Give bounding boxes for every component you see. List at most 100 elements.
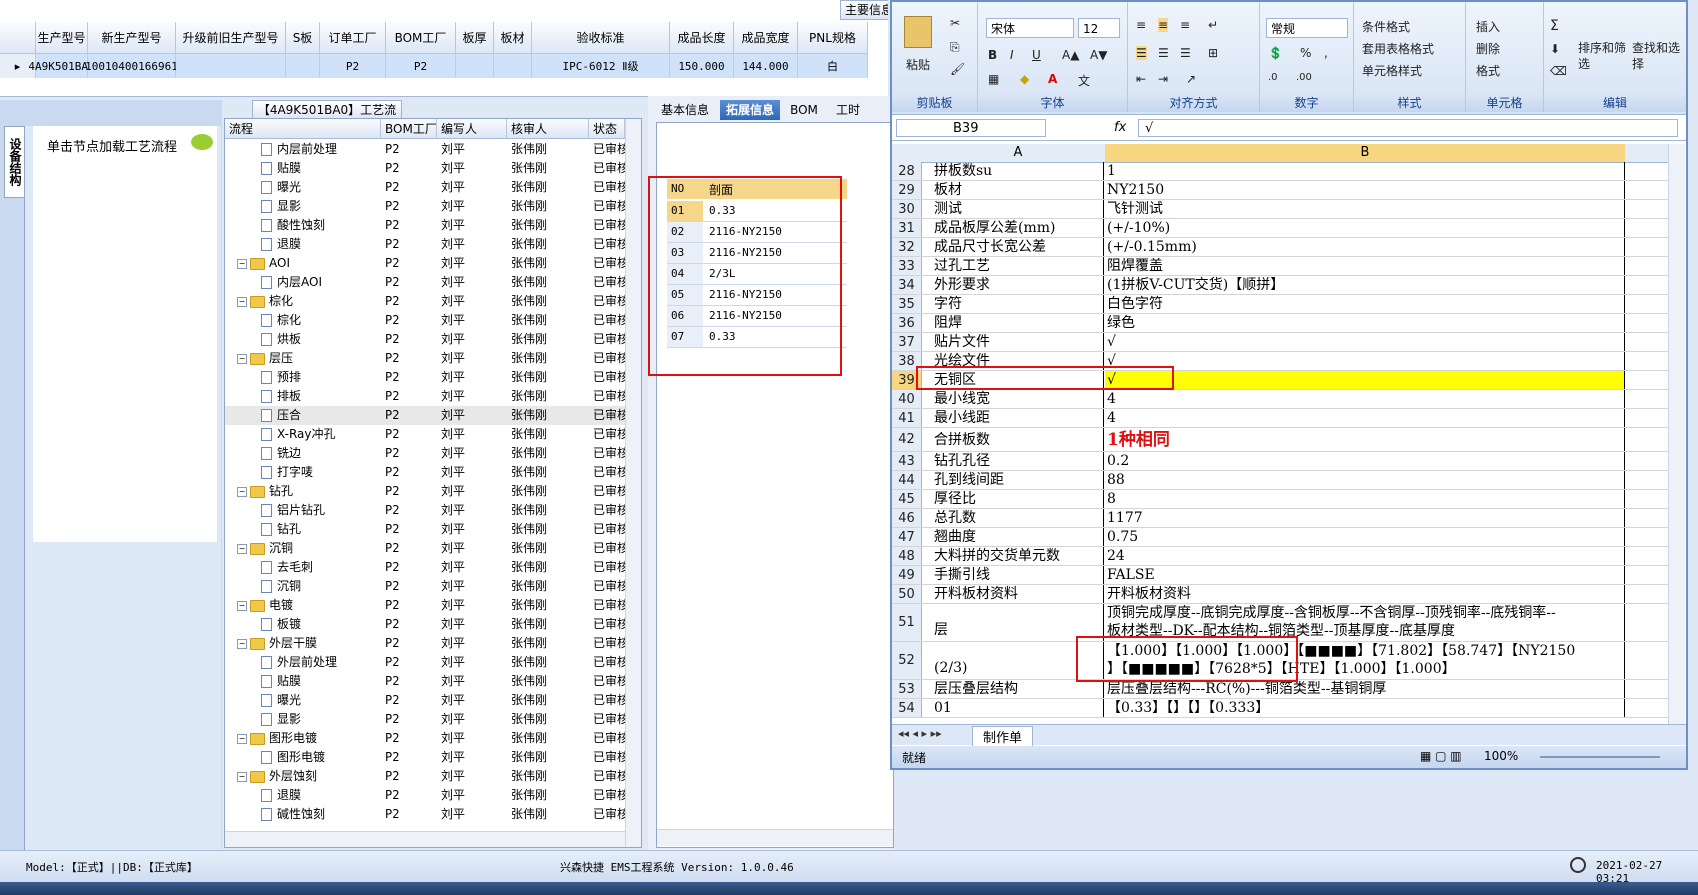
- grid-header-4[interactable]: 订单工厂: [320, 22, 386, 54]
- zoom-slider[interactable]: [1540, 756, 1660, 758]
- format-painter-icon[interactable]: 🖌: [950, 62, 965, 76]
- grid-header-9[interactable]: 成品长度: [670, 22, 734, 54]
- flow-group-row[interactable]: − 电镀 P2 刘平 张伟刚 已审核: [225, 596, 641, 615]
- comma-icon[interactable]: ,: [1324, 46, 1328, 60]
- cell-b[interactable]: 【0.33】【】【】【0.333】: [1105, 699, 1625, 717]
- flow-col-header-1[interactable]: BOM工厂: [381, 119, 437, 139]
- flow-group-row[interactable]: − 外层干膜 P2 刘平 张伟刚 已审核: [225, 634, 641, 653]
- row-number[interactable]: 41: [892, 409, 922, 427]
- sheet-row[interactable]: 51 层顶铜完成厚度--底铜完成厚度--含铜板厚--不含铜厚--顶残铜率--底残铜…: [892, 604, 1672, 642]
- cell-a[interactable]: 成品尺寸长宽公差: [932, 238, 1104, 256]
- sheet-row[interactable]: 29 板材 NY2150: [892, 181, 1672, 200]
- orientation-icon[interactable]: ↗: [1186, 72, 1196, 86]
- grid-header-8[interactable]: 验收标准: [532, 22, 670, 54]
- grow-font-icon[interactable]: A▲: [1062, 48, 1079, 62]
- cell-b[interactable]: 绿色: [1105, 314, 1625, 332]
- paste-button[interactable]: 粘贴: [906, 56, 930, 73]
- row-number[interactable]: 31: [892, 219, 922, 237]
- col-header-a[interactable]: A: [932, 145, 1104, 160]
- flow-group-row[interactable]: − 外层蚀刻 P2 刘平 张伟刚 已审核: [225, 767, 641, 786]
- grid-header-2[interactable]: 升级前旧生产型号: [176, 22, 286, 54]
- italic-icon[interactable]: I: [1010, 48, 1014, 62]
- indent-increase-icon[interactable]: ⇥: [1158, 72, 1168, 86]
- tab-1[interactable]: 拓展信息: [720, 100, 780, 120]
- cell-b[interactable]: 88: [1105, 471, 1625, 489]
- cell-a[interactable]: 最小线距: [932, 409, 1104, 427]
- row-number[interactable]: 49: [892, 566, 922, 584]
- grid-header-5[interactable]: BOM工厂: [386, 22, 456, 54]
- collapse-icon[interactable]: −: [237, 543, 247, 554]
- section-row[interactable]: 07 0.33: [667, 327, 847, 348]
- sum-icon[interactable]: Σ: [1550, 18, 1559, 34]
- grid-header-0[interactable]: 生产型号: [36, 22, 88, 54]
- align-center-icon[interactable]: ☰: [1158, 46, 1169, 60]
- mid-hscrollbar[interactable]: [657, 829, 893, 846]
- cell-a[interactable]: 钻孔孔径: [932, 452, 1104, 470]
- cell-b[interactable]: 1: [1105, 162, 1625, 180]
- flow-step-row[interactable]: 烘板 P2 刘平 张伟刚 已审核: [225, 330, 641, 349]
- flow-step-row[interactable]: 预排 P2 刘平 张伟刚 已审核: [225, 368, 641, 387]
- flow-step-row[interactable]: 曝光 P2 刘平 张伟刚 已审核: [225, 691, 641, 710]
- flow-group-row[interactable]: − 层压 P2 刘平 张伟刚 已审核: [225, 349, 641, 368]
- cell-b[interactable]: FALSE: [1105, 566, 1625, 584]
- sheet-row[interactable]: 44 孔到线间距 88: [892, 471, 1672, 490]
- section-row[interactable]: 02 2116-NY2150: [667, 222, 847, 243]
- row-number[interactable]: 36: [892, 314, 922, 332]
- underline-icon[interactable]: U: [1032, 48, 1041, 62]
- cell-a[interactable]: 总孔数: [932, 509, 1104, 527]
- cell-b[interactable]: (+/-10%): [1105, 219, 1625, 237]
- find-select-button[interactable]: 查找和选择: [1632, 40, 1682, 72]
- flow-step-row[interactable]: 碱性蚀刻 P2 刘平 张伟刚 已审核: [225, 805, 641, 824]
- flow-step-row[interactable]: 曝光 P2 刘平 张伟刚 已审核: [225, 178, 641, 197]
- currency-icon[interactable]: 💲: [1268, 46, 1283, 60]
- sheet-row[interactable]: 36 阻焊 绿色: [892, 314, 1672, 333]
- cell-b[interactable]: 顶铜完成厚度--底铜完成厚度--含铜板厚--不含铜厚--顶残铜率--底残铜率--…: [1105, 604, 1625, 641]
- flow-step-row[interactable]: 打字唛 P2 刘平 张伟刚 已审核: [225, 463, 641, 482]
- cell-b[interactable]: 1177: [1105, 509, 1625, 527]
- row-number[interactable]: 43: [892, 452, 922, 470]
- cell-a[interactable]: 层: [932, 604, 1104, 641]
- sheet-row[interactable]: 41 最小线距 4: [892, 409, 1672, 428]
- flow-step-row[interactable]: 外层前处理 P2 刘平 张伟刚 已审核: [225, 653, 641, 672]
- sheet-row[interactable]: 52 (2/3) 【1.000】【1.000】【1.000】【■■■■】【71.80…: [892, 642, 1672, 680]
- align-top-icon[interactable]: ≡: [1136, 18, 1146, 32]
- cell-a[interactable]: 过孔工艺: [932, 257, 1104, 275]
- collapse-icon[interactable]: −: [237, 600, 247, 611]
- grid-cell-11[interactable]: 白: [798, 54, 868, 78]
- cell-a[interactable]: 板材: [932, 181, 1104, 199]
- section-row[interactable]: 03 2116-NY2150: [667, 243, 847, 264]
- flow-step-row[interactable]: 板镀 P2 刘平 张伟刚 已审核: [225, 615, 641, 634]
- flow-tree[interactable]: 流程BOM工厂编写人核审人状态 内层前处理P2刘平张伟刚已审核贴膜P2刘平张伟刚…: [224, 118, 642, 848]
- shrink-font-icon[interactable]: A▼: [1090, 48, 1107, 62]
- cell-a[interactable]: 孔到线间距: [932, 471, 1104, 489]
- cell-b[interactable]: 阻焊覆盖: [1105, 257, 1625, 275]
- fx-icon[interactable]: fx: [1114, 120, 1126, 135]
- row-number[interactable]: 37: [892, 333, 922, 351]
- collapse-icon[interactable]: −: [237, 258, 247, 269]
- cell-a[interactable]: 大料拼的交货单元数: [932, 547, 1104, 565]
- cell-a[interactable]: 贴片文件: [932, 333, 1104, 351]
- sheet-row[interactable]: 47 翘曲度 0.75: [892, 528, 1672, 547]
- row-number[interactable]: 51: [892, 604, 922, 641]
- indent-decrease-icon[interactable]: ⇤: [1136, 72, 1146, 86]
- cell-b[interactable]: (+/-0.15mm): [1105, 238, 1625, 256]
- cell-a[interactable]: 层压叠层结构: [932, 680, 1104, 698]
- cell-b[interactable]: 24: [1105, 547, 1625, 565]
- cell-b[interactable]: √: [1105, 371, 1625, 389]
- cell-b[interactable]: 0.75: [1105, 528, 1625, 546]
- sheet-row[interactable]: 33 过孔工艺 阻焊覆盖: [892, 257, 1672, 276]
- row-number[interactable]: 54: [892, 699, 922, 717]
- tab-3[interactable]: 工时: [828, 100, 868, 120]
- row-number[interactable]: 40: [892, 390, 922, 408]
- flow-step-row[interactable]: 退膜 P2 刘平 张伟刚 已审核: [225, 786, 641, 805]
- grid-header-6[interactable]: 板厚: [456, 22, 494, 54]
- taskbar[interactable]: [0, 882, 1698, 895]
- grid-header-11[interactable]: PNL规格: [798, 22, 868, 54]
- grid-header-7[interactable]: 板材: [494, 22, 532, 54]
- align-right-icon[interactable]: ☰: [1180, 46, 1191, 60]
- sheet-area[interactable]: A B 28 拼板数su 1 29 板材 NY2150 30 测试 飞针测试 31 成品板厚公差(m…: [892, 144, 1686, 724]
- cell-b[interactable]: 层压叠层结构---RC(%)---铜箔类型--基铜铜厚: [1105, 680, 1625, 698]
- font-size-select[interactable]: 12: [1078, 18, 1120, 38]
- flow-step-row[interactable]: 退膜 P2 刘平 张伟刚 已审核: [225, 235, 641, 254]
- zoom-level[interactable]: 100%: [1484, 749, 1518, 763]
